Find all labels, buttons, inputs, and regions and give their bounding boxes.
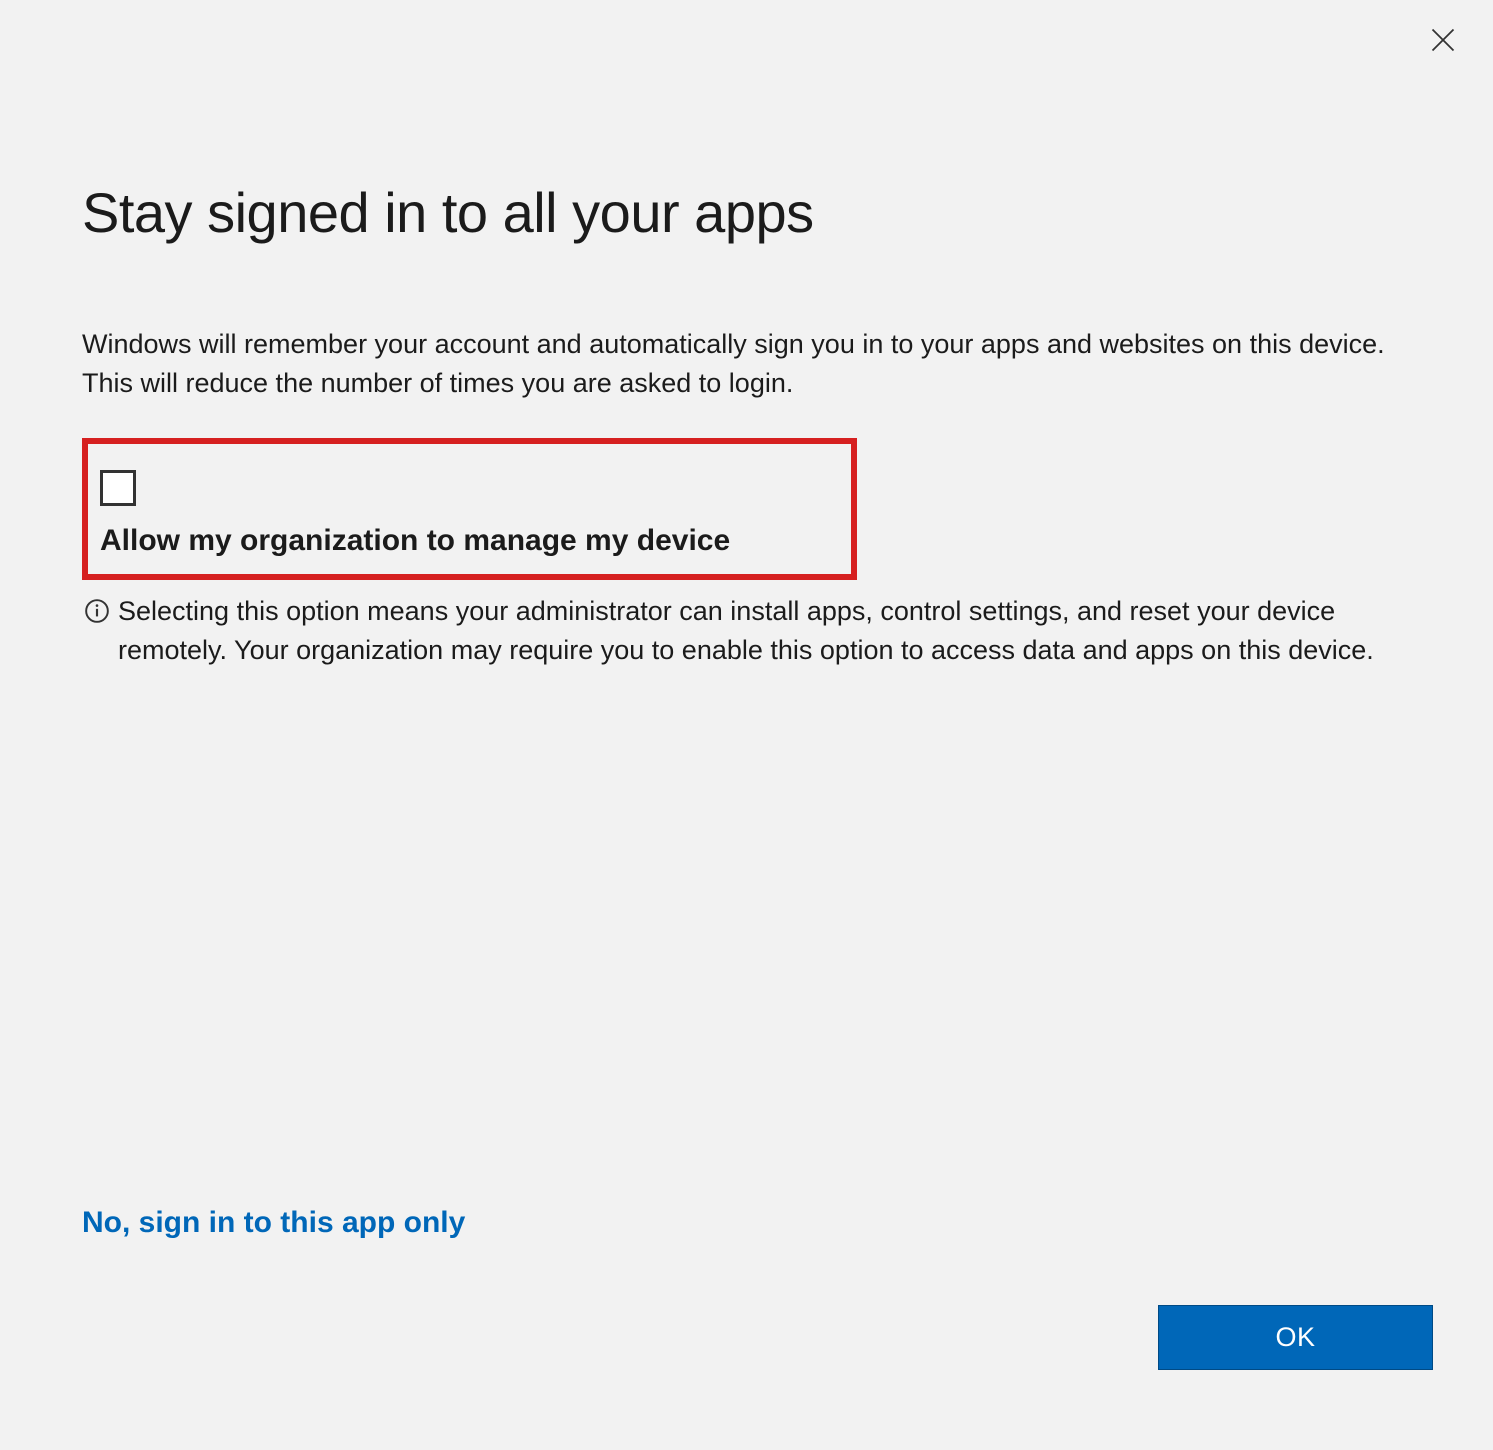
- sign-in-app-only-link[interactable]: No, sign in to this app only: [82, 1206, 465, 1240]
- checkbox-row: Allow my organization to manage my devic…: [100, 470, 839, 558]
- manage-device-highlight: Allow my organization to manage my devic…: [82, 438, 857, 580]
- stay-signed-in-dialog: Stay signed in to all your apps Windows …: [0, 0, 1493, 1450]
- info-icon: [84, 596, 110, 635]
- dialog-title: Stay signed in to all your apps: [82, 180, 1411, 245]
- info-text: Selecting this option means your adminis…: [118, 592, 1411, 670]
- ok-button[interactable]: OK: [1158, 1305, 1433, 1370]
- allow-manage-label: Allow my organization to manage my devic…: [100, 524, 839, 558]
- info-row: Selecting this option means your adminis…: [82, 592, 1411, 670]
- close-icon: [1429, 26, 1457, 54]
- dialog-description: Windows will remember your account and a…: [82, 325, 1411, 403]
- close-button[interactable]: [1423, 20, 1463, 60]
- dialog-content: Stay signed in to all your apps Windows …: [0, 0, 1493, 771]
- allow-manage-checkbox[interactable]: [100, 470, 136, 506]
